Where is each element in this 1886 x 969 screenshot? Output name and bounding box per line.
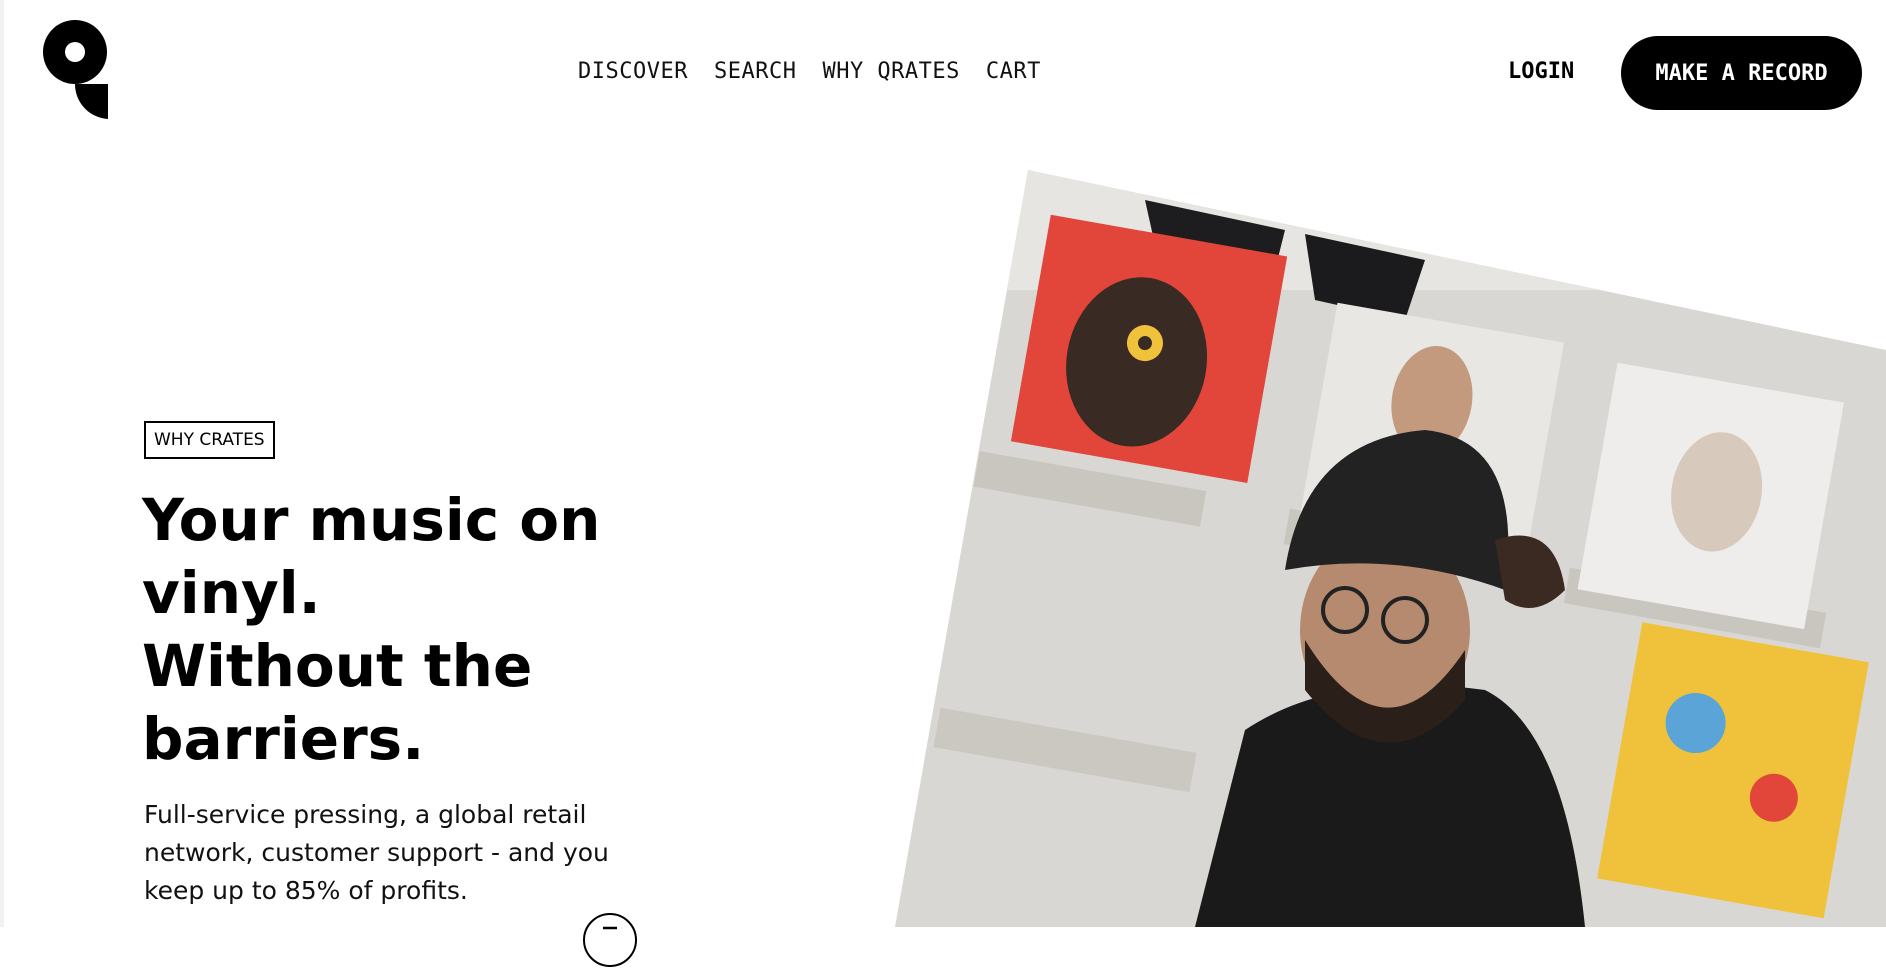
headline-line: Without the [142,632,533,700]
chevron-down-icon [603,926,617,930]
scroll-down-button[interactable] [583,913,637,967]
nav-search-link[interactable]: SEARCH [714,59,796,84]
hero-photo [865,170,1886,927]
login-link[interactable]: LOGIN [1508,59,1574,84]
nav-why-qrates-link[interactable]: WHY QRATES [822,59,959,84]
why-crates-tag: WHY CRATES [144,421,275,459]
headline-line: barriers. [142,705,425,773]
nav-discover-link[interactable]: DISCOVER [578,59,688,84]
headline-line: vinyl. [142,559,321,627]
make-a-record-button[interactable]: MAKE A RECORD [1621,36,1862,110]
main-nav: DISCOVER SEARCH WHY QRATES CART [578,59,1041,84]
headline-line: Your music on [142,486,601,554]
hero-headline: Your music on vinyl. Without the barrier… [142,484,662,776]
hero-subtext: Full-service pressing, a global retail n… [144,800,609,905]
qrates-logo-icon[interactable] [42,19,112,119]
nav-cart-link[interactable]: CART [986,59,1041,84]
page-left-edge [0,0,4,927]
